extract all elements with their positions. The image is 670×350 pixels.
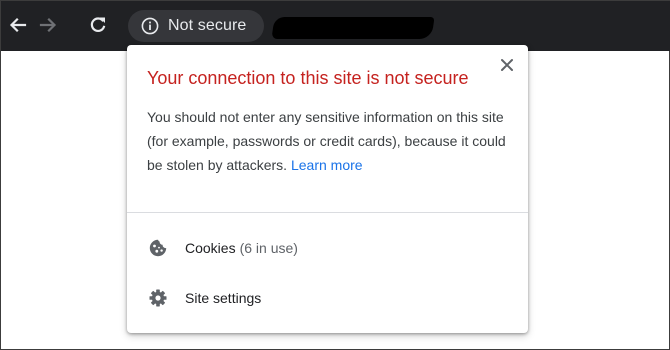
browser-window: Not secure Your connection to this site … bbox=[0, 0, 670, 350]
close-button[interactable] bbox=[498, 56, 516, 74]
popup-message: You should not enter any sensitive infor… bbox=[147, 105, 512, 177]
divider bbox=[127, 212, 528, 213]
site-info-chip[interactable]: Not secure bbox=[128, 10, 264, 42]
cookies-label: Cookies bbox=[185, 240, 236, 256]
back-arrow-icon bbox=[9, 17, 27, 33]
cookies-row[interactable]: Cookies (6 in use) bbox=[127, 226, 528, 270]
learn-more-link[interactable]: Learn more bbox=[291, 157, 363, 173]
redacted-url bbox=[271, 17, 435, 39]
forward-arrow-icon bbox=[39, 17, 57, 33]
reload-button[interactable] bbox=[83, 10, 113, 40]
reload-icon bbox=[90, 17, 106, 32]
cookie-icon bbox=[148, 238, 168, 258]
forward-button[interactable] bbox=[33, 10, 63, 40]
browser-toolbar: Not secure bbox=[1, 1, 670, 51]
close-icon bbox=[501, 59, 513, 71]
gear-icon bbox=[148, 288, 168, 308]
info-icon bbox=[140, 16, 160, 36]
site-settings-label: Site settings bbox=[185, 290, 262, 306]
not-secure-label: Not secure bbox=[168, 17, 247, 34]
cookies-count: (6 in use) bbox=[239, 240, 298, 256]
site-info-popup: Your connection to this site is not secu… bbox=[127, 45, 528, 333]
site-settings-row[interactable]: Site settings bbox=[127, 276, 528, 320]
popup-title: Your connection to this site is not secu… bbox=[147, 68, 469, 88]
back-button[interactable] bbox=[3, 10, 33, 40]
